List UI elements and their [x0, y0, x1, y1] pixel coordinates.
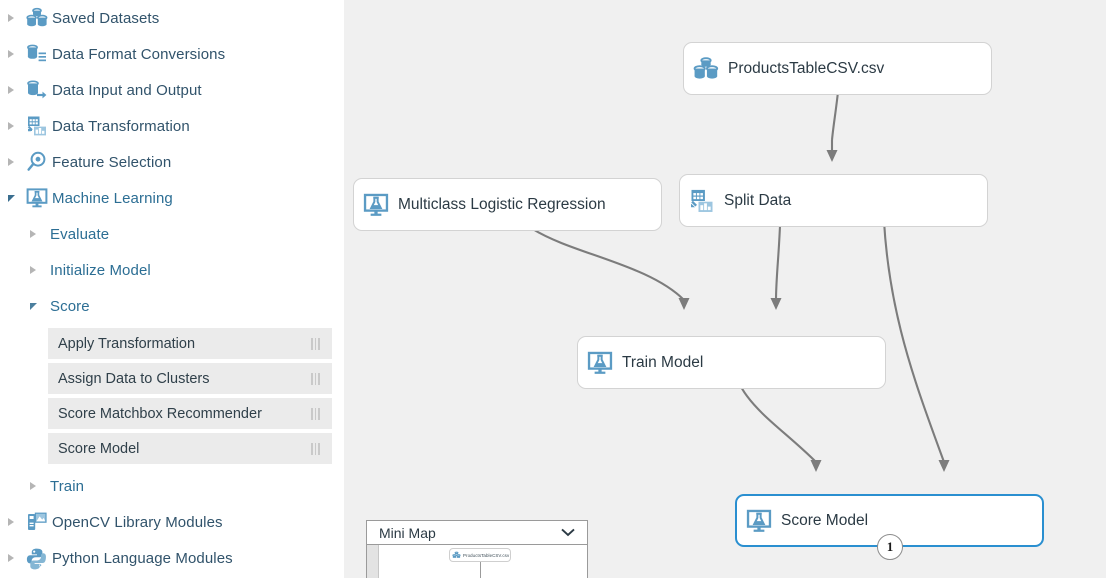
sidebar-item-label: Evaluate [44, 226, 109, 243]
sidebar-item-data-transformation[interactable]: Data Transformation [0, 108, 344, 144]
expand-arrow-icon[interactable] [0, 144, 22, 180]
mini-map-header[interactable]: Mini Map [367, 521, 587, 545]
sidebar-item-machine-learning[interactable]: Machine Learning [0, 180, 344, 216]
module-label: Score Model [48, 441, 139, 457]
expand-arrow-icon[interactable] [22, 216, 44, 252]
sidebar-item-data-input-and-output[interactable]: Data Input and Output [0, 72, 344, 108]
sidebar-item-label: Train [44, 478, 84, 495]
mini-map-title: Mini Map [379, 525, 436, 541]
sidebar-item-label: Machine Learning [52, 190, 173, 207]
expand-arrow-icon[interactable] [22, 252, 44, 288]
canvas-node-label: Train Model [622, 354, 717, 372]
sidebar-item-label: Data Input and Output [52, 82, 202, 99]
opencv-icon [22, 504, 52, 540]
module-label: Apply Transformation [48, 336, 195, 352]
feature-selection-icon [22, 144, 52, 180]
data-io-icon [22, 72, 52, 108]
sidebar-item-score[interactable]: Score [0, 288, 344, 324]
sidebar-item-opencv-library-modules[interactable]: OpenCV Library Modules [0, 504, 344, 540]
expand-arrow-icon[interactable] [0, 504, 22, 540]
module-apply-transformation[interactable]: Apply Transformation [48, 328, 332, 359]
mini-map-viewport[interactable]: ProductsTableCSV.csv [379, 545, 587, 578]
expand-arrow-icon[interactable] [0, 0, 22, 36]
data-transformation-icon [22, 108, 52, 144]
sidebar-item-feature-selection[interactable]: Feature Selection [0, 144, 344, 180]
python-icon [22, 540, 52, 576]
sidebar-item-label: Feature Selection [52, 154, 171, 171]
canvas-node-multiclass-logistic-regression[interactable]: Multiclass Logistic Regression [353, 178, 662, 231]
sidebar-item-label: Score [44, 298, 90, 315]
mini-map-body[interactable]: ProductsTableCSV.csv [367, 545, 587, 578]
sidebar-item-label: Data Transformation [52, 118, 190, 135]
sidebar-item-train[interactable]: Train [0, 468, 344, 504]
data-transformation-icon [680, 187, 724, 215]
machine-learning-icon [22, 180, 52, 216]
sidebar-item-label: Saved Datasets [52, 10, 159, 27]
experiment-canvas[interactable]: ProductsTableCSV.csv Multiclass Logistic… [344, 0, 1106, 578]
expand-arrow-icon[interactable] [22, 468, 44, 504]
datasets-icon [684, 55, 728, 83]
machine-learning-icon [354, 191, 398, 219]
sidebar-item-label: Data Format Conversions [52, 46, 225, 63]
datasets-icon [22, 0, 52, 36]
canvas-node-label: Multiclass Logistic Regression [398, 196, 620, 214]
collapse-arrow-icon[interactable] [0, 180, 22, 216]
datasets-icon [450, 551, 463, 560]
sidebar-item-python-language-modules[interactable]: Python Language Modules [0, 540, 344, 576]
module-score-model[interactable]: Score Model [48, 433, 332, 464]
canvas-node-train-model[interactable]: Train Model [577, 336, 886, 389]
sidebar-item-initialize-model[interactable]: Initialize Model [0, 252, 344, 288]
expand-arrow-icon[interactable] [0, 36, 22, 72]
module-assign-data-to-clusters[interactable]: Assign Data to Clusters [48, 363, 332, 394]
machine-learning-icon [737, 507, 781, 535]
sidebar-item-data-format-conversions[interactable]: Data Format Conversions [0, 36, 344, 72]
expand-arrow-icon[interactable] [0, 540, 22, 576]
mini-map-node-label: ProductsTableCSV.csv [463, 553, 513, 558]
sidebar-item-label: Initialize Model [44, 262, 151, 279]
mini-map-node-dataset[interactable]: ProductsTableCSV.csv [449, 548, 511, 562]
drag-handle-icon[interactable] [311, 373, 320, 385]
sidebar-item-saved-datasets[interactable]: Saved Datasets [0, 0, 344, 36]
machine-learning-icon [578, 349, 622, 377]
collapse-arrow-icon[interactable] [22, 288, 44, 324]
sidebar-item-evaluate[interactable]: Evaluate [0, 216, 344, 252]
node-output-badge[interactable]: 1 [877, 534, 903, 560]
mini-map-gutter [367, 545, 379, 578]
expand-arrow-icon[interactable] [0, 72, 22, 108]
drag-handle-icon[interactable] [311, 408, 320, 420]
canvas-node-label: Score Model [781, 512, 882, 530]
data-format-icon [22, 36, 52, 72]
module-label: Assign Data to Clusters [48, 371, 210, 387]
canvas-node-split-data[interactable]: Split Data [679, 174, 988, 227]
sidebar-item-label: OpenCV Library Modules [52, 514, 223, 531]
mini-map-panel[interactable]: Mini Map [366, 520, 588, 578]
canvas-node-dataset[interactable]: ProductsTableCSV.csv [683, 42, 992, 95]
module-score-matchbox-recommender[interactable]: Score Matchbox Recommender [48, 398, 332, 429]
sidebar-item-label: Python Language Modules [52, 550, 233, 567]
canvas-node-label: Split Data [724, 192, 805, 210]
mini-map-edge [480, 562, 481, 578]
drag-handle-icon[interactable] [311, 338, 320, 350]
drag-handle-icon[interactable] [311, 443, 320, 455]
chevron-down-icon[interactable] [561, 524, 575, 542]
canvas-node-label: ProductsTableCSV.csv [728, 60, 898, 78]
module-label: Score Matchbox Recommender [48, 406, 262, 422]
expand-arrow-icon[interactable] [0, 108, 22, 144]
designer-window: Saved Datasets Data Format Conversions [0, 0, 1106, 578]
module-list: Apply Transformation Assign Data to Clus… [0, 328, 344, 464]
module-palette-sidebar: Saved Datasets Data Format Conversions [0, 0, 344, 578]
